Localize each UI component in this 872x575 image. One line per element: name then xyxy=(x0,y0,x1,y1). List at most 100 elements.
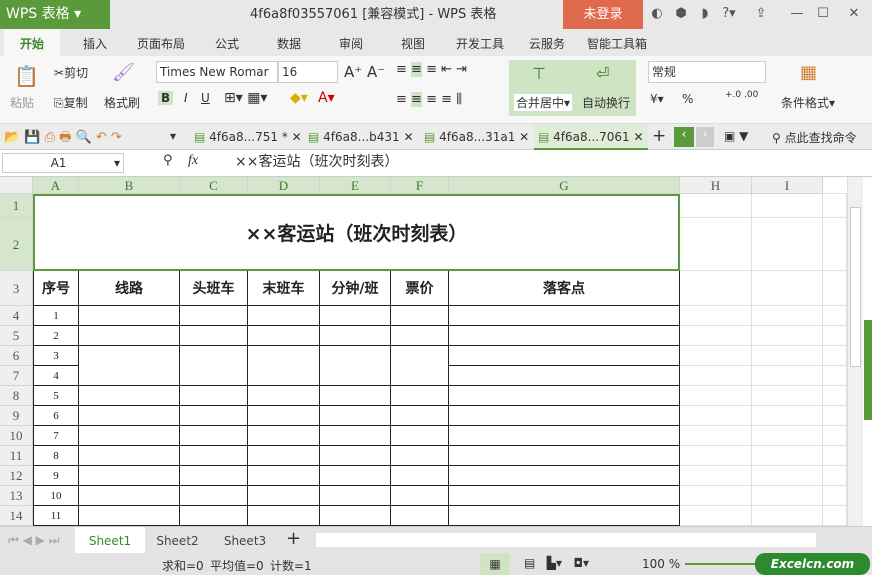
table-cell[interactable] xyxy=(180,466,248,486)
tab-insert[interactable]: 插入 xyxy=(70,29,120,56)
table-cell[interactable] xyxy=(320,486,391,506)
seq-cell[interactable]: 2 xyxy=(33,326,79,346)
header-cell[interactable]: 票价 xyxy=(391,271,449,306)
seq-cell[interactable]: 5 xyxy=(33,386,79,406)
fill-color-icon[interactable]: ◆▾ xyxy=(290,90,308,106)
table-cell[interactable] xyxy=(248,486,320,506)
table-cell[interactable] xyxy=(79,486,180,506)
tab-page-layout[interactable]: 页面布局 xyxy=(130,29,192,56)
table-cell[interactable] xyxy=(180,506,248,526)
scroll-thumb[interactable] xyxy=(850,207,861,367)
minimize-icon[interactable]: — xyxy=(788,5,806,23)
wps-menu-button[interactable]: WPS 表格 ▾ xyxy=(0,0,110,29)
settings-icon[interactable]: ⬢ xyxy=(672,5,690,23)
table-cell[interactable] xyxy=(449,326,680,346)
header-cell[interactable]: 线路 xyxy=(79,271,180,306)
horizontal-scrollbar[interactable] xyxy=(316,533,816,547)
sheet-nav-icons[interactable]: ⏮ ◀ ▶ ⏭ xyxy=(8,533,60,548)
table-cell[interactable] xyxy=(449,426,680,446)
tab-smart-tools[interactable]: 智能工具箱 xyxy=(584,29,650,56)
sheet-tab-2[interactable]: Sheet2 xyxy=(145,527,210,554)
seq-cell[interactable]: 10 xyxy=(33,486,79,506)
merged-cell[interactable] xyxy=(320,346,391,386)
table-cell[interactable] xyxy=(79,426,180,446)
table-cell[interactable] xyxy=(449,506,680,526)
login-button[interactable]: 未登录 xyxy=(563,0,643,29)
table-cell[interactable] xyxy=(248,406,320,426)
maximize-icon[interactable]: ☐ xyxy=(814,5,832,23)
skin-icon[interactable]: ◐ xyxy=(648,5,666,23)
seq-cell[interactable]: 6 xyxy=(33,406,79,426)
feedback-icon[interactable]: ◗ xyxy=(696,5,714,23)
tab-home[interactable]: 开始 xyxy=(4,29,60,56)
seq-cell[interactable]: 4 xyxy=(33,366,79,386)
seq-cell[interactable]: 3 xyxy=(33,346,79,366)
zoom-search-icon[interactable]: ⚲ xyxy=(163,153,173,168)
zoom-slider[interactable] xyxy=(685,563,765,565)
bold-button[interactable]: B xyxy=(158,91,174,105)
table-cell[interactable] xyxy=(449,466,680,486)
table-cell[interactable] xyxy=(320,506,391,526)
horizontal-align-icons[interactable]: ≡ ≡ ≡ ≡ ⫼ xyxy=(396,92,462,107)
currency-icon[interactable]: ¥▾ xyxy=(650,92,664,106)
seq-cell[interactable]: 7 xyxy=(33,426,79,446)
table-cell[interactable] xyxy=(320,466,391,486)
fx-button[interactable]: fx xyxy=(188,153,198,169)
prev-tab-icon[interactable]: ‹ xyxy=(674,127,694,147)
format-painter-button[interactable]: 格式刷 xyxy=(104,94,140,111)
merged-cell[interactable] xyxy=(180,346,248,386)
table-cell[interactable] xyxy=(391,426,449,446)
seq-cell[interactable]: 9 xyxy=(33,466,79,486)
next-tab-icon[interactable]: › xyxy=(696,127,714,147)
table-cell[interactable] xyxy=(248,466,320,486)
minimize-ribbon-icon[interactable]: ⇪ xyxy=(752,5,770,23)
paste-button[interactable]: 粘贴 xyxy=(10,94,34,111)
table-cell[interactable] xyxy=(391,406,449,426)
table-cell[interactable] xyxy=(79,506,180,526)
add-sheet-icon[interactable]: + xyxy=(286,528,301,549)
table-cell[interactable] xyxy=(391,506,449,526)
table-cell[interactable] xyxy=(180,486,248,506)
table-cell[interactable] xyxy=(320,326,391,346)
table-cell[interactable] xyxy=(180,326,248,346)
table-cell[interactable] xyxy=(79,386,180,406)
doc-tab[interactable]: ▤ 4f6a8...31a1 ✕ xyxy=(420,124,532,150)
table-cell[interactable] xyxy=(248,426,320,446)
table-cell[interactable] xyxy=(320,426,391,446)
table-cell[interactable] xyxy=(248,446,320,466)
vertical-scrollbar[interactable] xyxy=(847,177,863,526)
italic-button[interactable]: I xyxy=(184,91,188,105)
font-size-select[interactable]: 16 xyxy=(278,61,338,83)
tab-cloud[interactable]: 云服务 xyxy=(522,29,572,56)
table-cell[interactable] xyxy=(449,386,680,406)
table-cell[interactable] xyxy=(391,466,449,486)
tab-developer[interactable]: 开发工具 xyxy=(450,29,510,56)
title-cell[interactable]: ××客运站（班次时刻表） xyxy=(33,194,680,271)
table-cell[interactable] xyxy=(180,386,248,406)
close-icon[interactable]: ✕ xyxy=(845,5,863,23)
merge-center-button[interactable]: 合并居中▾ xyxy=(514,94,573,111)
tab-data[interactable]: 数据 xyxy=(266,29,312,56)
spreadsheet-grid[interactable]: A B C D E F G H I 1 2 3 4 5 6 7 8 9 10 11 12 13 14 ××客运站（班次时刻表）… xyxy=(0,177,847,526)
table-cell[interactable] xyxy=(180,406,248,426)
tab-view[interactable]: 视图 xyxy=(390,29,436,56)
underline-button[interactable]: U xyxy=(201,91,210,105)
doc-tab[interactable]: ▤ 4f6a8...751 * ✕ xyxy=(190,124,302,150)
paste-icon[interactable]: 📋 xyxy=(14,64,39,88)
merged-cell[interactable] xyxy=(79,346,180,386)
border-icon[interactable]: ⊞▾ ▦▾ xyxy=(224,90,267,106)
font-color-icon[interactable]: A▾ xyxy=(318,90,335,106)
table-cell[interactable] xyxy=(180,306,248,326)
header-cell[interactable]: 序号 xyxy=(33,271,79,306)
table-cell[interactable] xyxy=(180,426,248,446)
number-format-select[interactable]: 常规 xyxy=(648,61,766,83)
header-cell[interactable]: 分钟/班 xyxy=(320,271,391,306)
side-panel-handle[interactable] xyxy=(864,320,872,420)
table-cell[interactable] xyxy=(391,306,449,326)
wrap-text-button[interactable]: 自动换行 xyxy=(582,94,630,111)
table-cell[interactable] xyxy=(79,446,180,466)
header-cell[interactable]: 末班车 xyxy=(248,271,320,306)
table-cell[interactable] xyxy=(391,326,449,346)
table-cell[interactable] xyxy=(449,366,680,386)
header-cell[interactable]: 落客点 xyxy=(449,271,680,306)
